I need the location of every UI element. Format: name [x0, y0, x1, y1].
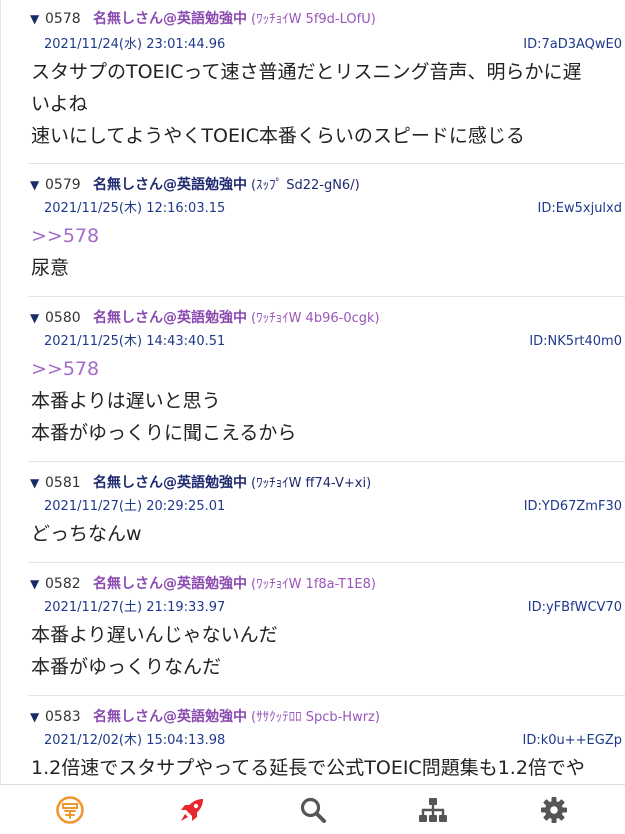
post-header: ▼ 0580 名無しさん@英語勉強中 (ﾜｯﾁｮｲW 4b96-0cgk): [28, 307, 625, 329]
post: ▼ 0582 名無しさん@英語勉強中 (ﾜｯﾁｮｲW 1f8a-T1E8) 202…: [28, 563, 625, 696]
poster-trip: (ﾜｯﾁｮｲW 5f9d-LOfU): [251, 12, 376, 27]
post-meta: 2021/11/25(木) 14:43:40.51 ID:NK5rt40m0: [28, 331, 625, 353]
logo-icon: [56, 796, 84, 824]
post-meta: 2021/11/25(木) 12:16:03.15 ID:Ew5xjulxd: [28, 198, 625, 220]
app-screen: ▼ 0578 名無しさん@英語勉強中 (ﾜｯﾁｮｲW 5f9d-LOfU) 202…: [0, 0, 625, 834]
post-line: 尿意: [31, 257, 70, 279]
tab-search[interactable]: [253, 785, 373, 834]
poster-trip: (ﾜｯﾁｮｲW 1f8a-T1E8): [251, 577, 376, 592]
post-body: 1.2倍速でスタサプやってる延長で公式TOEIC問題集も1.2倍でや: [28, 752, 625, 788]
post-header: ▼ 0579 名無しさん@英語勉強中 (ｽｯﾌﾟ Sd22-gN6/): [28, 174, 625, 196]
tab-sitemap[interactable]: [373, 785, 493, 834]
tab-rocket[interactable]: [132, 785, 252, 834]
post-number[interactable]: 0583: [45, 706, 81, 728]
post-meta: 2021/11/24(水) 23:01:44.96 ID:7aD3AQwE0: [28, 34, 625, 56]
post-datetime: 2021/12/02(木) 15:04:13.98: [44, 733, 226, 748]
post-line: いよね: [31, 93, 88, 115]
collapse-toggle-icon[interactable]: ▼: [30, 706, 39, 728]
poster-id[interactable]: ID:k0u++EGZp: [523, 730, 623, 752]
poster-id[interactable]: ID:7aD3AQwE0: [523, 34, 622, 56]
poster-id[interactable]: ID:yFBfWCV70: [528, 597, 622, 619]
post-line: 本番がゆっくりなんだ: [31, 656, 222, 678]
post-datetime: 2021/11/27(土) 20:29:25.01: [44, 499, 226, 514]
post-datetime: 2021/11/27(土) 21:19:33.97: [44, 600, 226, 615]
post-header: ▼ 0578 名無しさん@英語勉強中 (ﾜｯﾁｮｲW 5f9d-LOfU): [28, 8, 625, 30]
post-line: 本番がゆっくりに聞こえるから: [31, 422, 297, 444]
post-header: ▼ 0583 名無しさん@英語勉強中 (ｻｻｸｯﾃﾛﾛ Spcb-Hwrz): [28, 706, 625, 728]
search-icon: [300, 797, 326, 823]
post-body: >>578 本番よりは遅いと思う 本番がゆっくりに聞こえるから: [28, 353, 625, 455]
post-datetime: 2021/11/24(水) 23:01:44.96: [44, 37, 226, 52]
reply-anchor-link[interactable]: >>578: [31, 220, 625, 252]
gear-icon: [541, 797, 567, 823]
post-number[interactable]: 0580: [45, 307, 81, 329]
post-datetime: 2021/11/25(木) 14:43:40.51: [44, 334, 226, 349]
collapse-toggle-icon[interactable]: ▼: [30, 307, 39, 329]
post-meta: 2021/11/27(土) 20:29:25.01 ID:YD67ZmF30: [28, 496, 625, 518]
collapse-toggle-icon[interactable]: ▼: [30, 8, 39, 30]
poster-trip: (ﾜｯﾁｮｲW 4b96-0cgk): [251, 311, 380, 326]
post-number[interactable]: 0578: [45, 8, 81, 30]
post-meta: 2021/12/02(木) 15:04:13.98 ID:k0u++EGZp: [28, 730, 625, 752]
post-line: どっちなんw: [31, 523, 142, 545]
collapse-toggle-icon[interactable]: ▼: [30, 573, 39, 595]
poster-name[interactable]: 名無しさん@英語勉強中 (ﾜｯﾁｮｲW 4b96-0cgk): [93, 307, 380, 330]
thread-view[interactable]: ▼ 0578 名無しさん@英語勉強中 (ﾜｯﾁｮｲW 5f9d-LOfU) 202…: [0, 0, 625, 788]
post-meta: 2021/11/27(土) 21:19:33.97 ID:yFBfWCV70: [28, 597, 625, 619]
rocket-icon: [181, 799, 203, 821]
tab-home[interactable]: [10, 785, 130, 834]
post-datetime: 2021/11/25(木) 12:16:03.15: [44, 201, 226, 216]
post-line: スタサプのTOEICって速さ普通だとリスニング音声、明らかに遅: [31, 61, 582, 83]
post: ▼ 0583 名無しさん@英語勉強中 (ｻｻｸｯﾃﾛﾛ Spcb-Hwrz) 20…: [28, 696, 625, 788]
sitemap-icon: [419, 798, 447, 822]
poster-name[interactable]: 名無しさん@英語勉強中 (ﾜｯﾁｮｲW ff74-V+xi): [93, 472, 371, 495]
post: ▼ 0579 名無しさん@英語勉強中 (ｽｯﾌﾟ Sd22-gN6/) 2021/…: [28, 164, 625, 297]
post-body: >>578 尿意: [28, 220, 625, 290]
post-number[interactable]: 0581: [45, 472, 81, 494]
poster-id[interactable]: ID:YD67ZmF30: [524, 496, 622, 518]
post-body: どっちなんw: [28, 518, 625, 556]
poster-id[interactable]: ID:NK5rt40m0: [529, 331, 622, 353]
poster-trip: (ﾜｯﾁｮｲW ff74-V+xi): [251, 476, 372, 491]
poster-name[interactable]: 名無しさん@英語勉強中 (ｽｯﾌﾟ Sd22-gN6/): [93, 174, 360, 197]
poster-id[interactable]: ID:Ew5xjulxd: [538, 198, 622, 220]
tab-settings[interactable]: [494, 785, 614, 834]
poster-name[interactable]: 名無しさん@英語勉強中 (ﾜｯﾁｮｲW 5f9d-LOfU): [93, 8, 376, 31]
post-line: 本番より遅いんじゃないんだ: [31, 624, 278, 646]
bottom-tab-bar: [0, 784, 625, 834]
post-body: 本番より遅いんじゃないんだ 本番がゆっくりなんだ: [28, 619, 625, 689]
post: ▼ 0580 名無しさん@英語勉強中 (ﾜｯﾁｮｲW 4b96-0cgk) 202…: [28, 297, 625, 462]
collapse-toggle-icon[interactable]: ▼: [30, 174, 39, 196]
post: ▼ 0578 名無しさん@英語勉強中 (ﾜｯﾁｮｲW 5f9d-LOfU) 202…: [28, 0, 625, 164]
post-body: スタサプのTOEICって速さ普通だとリスニング音声、明らかに遅 いよね 速いにし…: [28, 56, 625, 158]
post-line: 速いにしてようやくTOEIC本番くらいのスピードに感じる: [31, 125, 525, 147]
post: ▼ 0581 名無しさん@英語勉強中 (ﾜｯﾁｮｲW ff74-V+xi) 202…: [28, 462, 625, 563]
poster-trip: (ｽｯﾌﾟ Sd22-gN6/): [251, 178, 360, 193]
collapse-toggle-icon[interactable]: ▼: [30, 472, 39, 494]
post-header: ▼ 0581 名無しさん@英語勉強中 (ﾜｯﾁｮｲW ff74-V+xi): [28, 472, 625, 494]
poster-trip: (ｻｻｸｯﾃﾛﾛ Spcb-Hwrz): [251, 710, 380, 725]
post-header: ▼ 0582 名無しさん@英語勉強中 (ﾜｯﾁｮｲW 1f8a-T1E8): [28, 573, 625, 595]
post-number[interactable]: 0579: [45, 174, 81, 196]
poster-name[interactable]: 名無しさん@英語勉強中 (ﾜｯﾁｮｲW 1f8a-T1E8): [93, 573, 376, 596]
poster-name[interactable]: 名無しさん@英語勉強中 (ｻｻｸｯﾃﾛﾛ Spcb-Hwrz): [93, 706, 380, 729]
post-line: 本番よりは遅いと思う: [31, 390, 221, 412]
post-number[interactable]: 0582: [45, 573, 81, 595]
post-line: 1.2倍速でスタサプやってる延長で公式TOEIC問題集も1.2倍でや: [31, 757, 585, 779]
reply-anchor-link[interactable]: >>578: [31, 353, 625, 385]
